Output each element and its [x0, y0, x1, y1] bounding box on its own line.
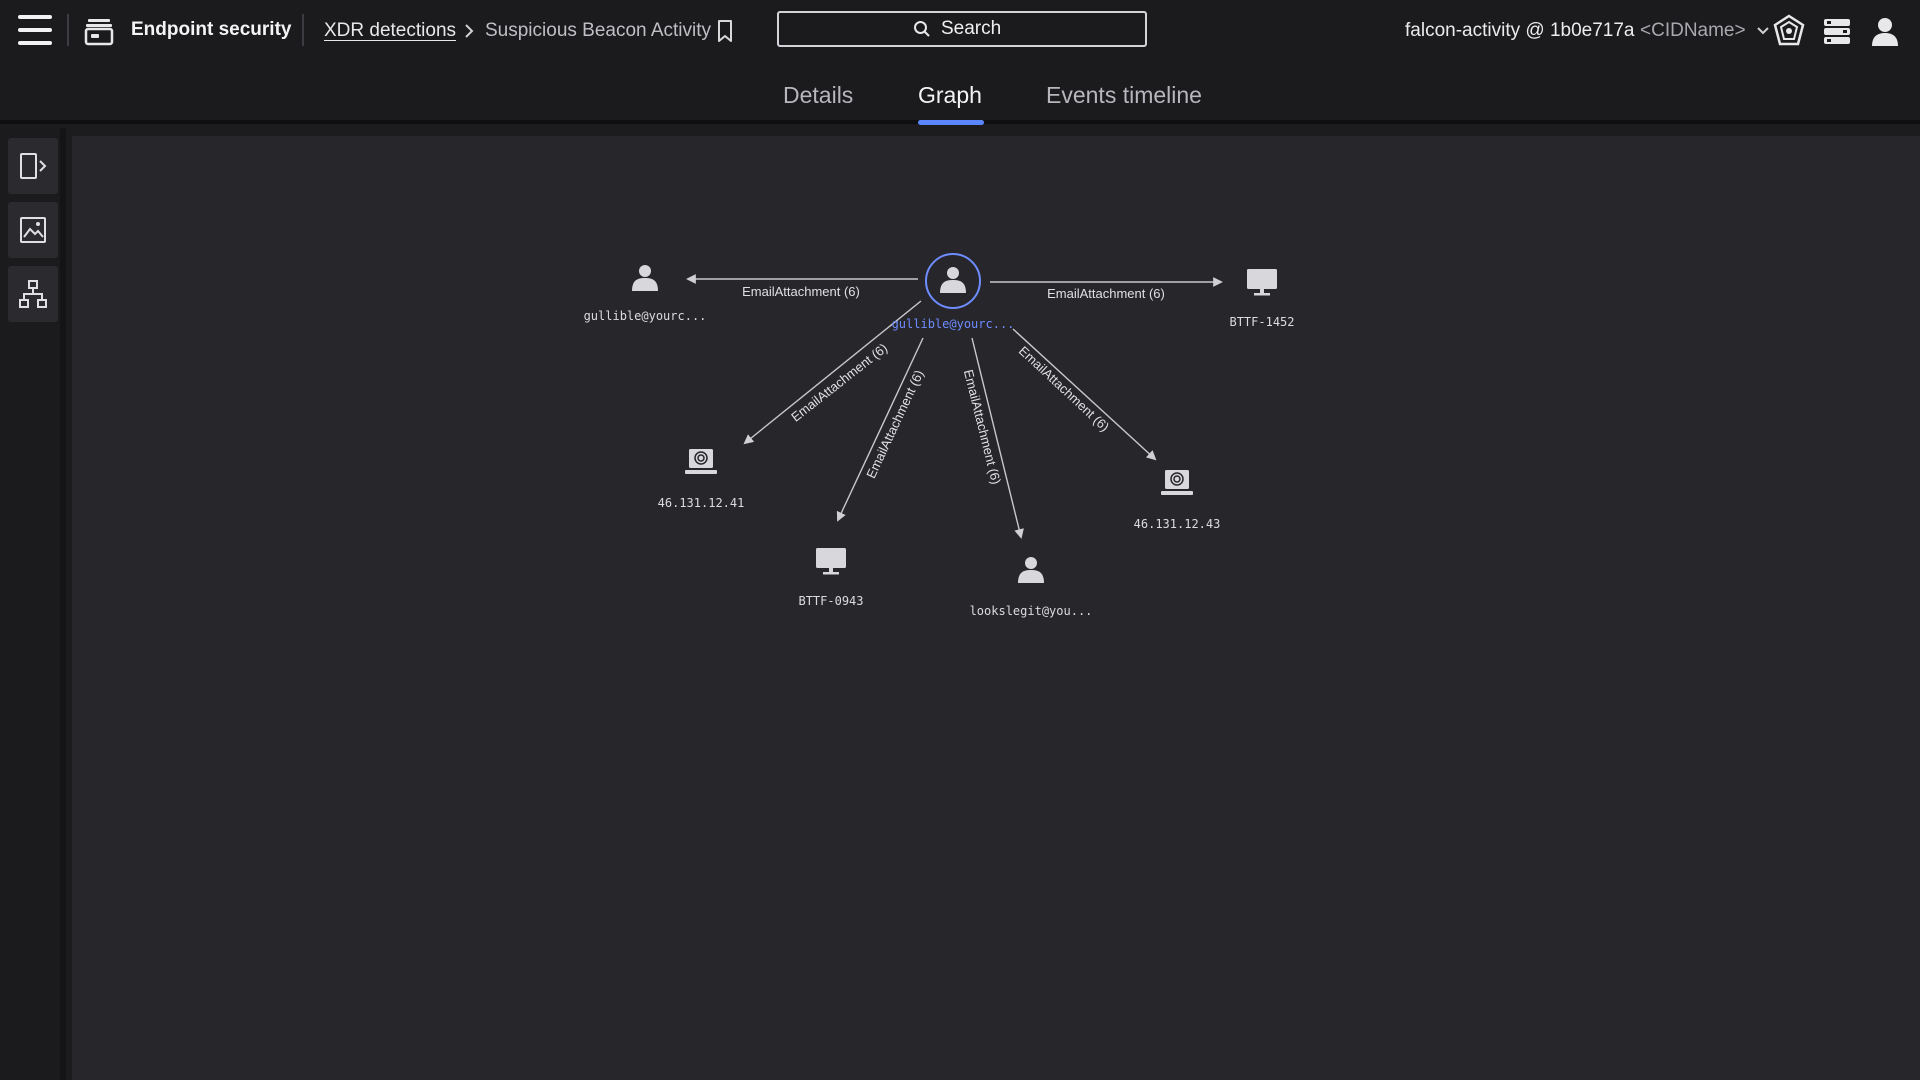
left-rail: [0, 128, 66, 1080]
app-name: Endpoint security: [131, 19, 292, 40]
header-divider: [67, 14, 69, 46]
tab-bar: Details Graph Events timeline: [0, 62, 1920, 125]
node-label: lookslegit@you...: [970, 604, 1093, 618]
tab-events-timeline[interactable]: Events timeline: [1046, 82, 1202, 109]
search-box[interactable]: [777, 11, 1147, 47]
tab-details[interactable]: Details: [783, 82, 853, 109]
breadcrumb-xdr-detections[interactable]: XDR detections: [324, 20, 456, 42]
active-tab-indicator: [918, 120, 984, 125]
hamburger-menu-icon[interactable]: [18, 15, 52, 45]
layout-hierarchy-button[interactable]: [8, 266, 58, 322]
chevron-right-icon: [465, 24, 474, 38]
node-label: gullible@yourc...: [584, 309, 707, 323]
chevron-down-icon: [1756, 27, 1769, 35]
falcon-badge-icon[interactable]: [1772, 14, 1806, 48]
node-label: BTTF-1452: [1229, 315, 1294, 329]
hierarchy-icon: [19, 280, 47, 308]
ip-address-icon: [685, 449, 717, 474]
expand-panel-button[interactable]: [8, 138, 58, 194]
node-label: 46.131.12.41: [658, 496, 745, 510]
ip-address-icon: [1161, 470, 1193, 495]
top-bar: Endpoint security XDR detections Suspici…: [0, 0, 1920, 62]
header-divider: [302, 14, 304, 46]
breadcrumb-current: Suspicious Beacon Activity: [485, 20, 712, 41]
node-label: BTTF-0943: [798, 594, 863, 608]
notifications-stack-icon[interactable]: [1820, 14, 1854, 48]
center-node-label: gullible@yourc...: [892, 317, 1015, 331]
cid-selector[interactable]: <CIDName>: [1640, 20, 1770, 42]
bookmark-icon[interactable]: [716, 19, 734, 43]
account-name: falcon-activity @ 1b0e717a: [1405, 20, 1635, 41]
search-input[interactable]: [941, 18, 1011, 40]
search-icon: [914, 21, 930, 37]
user-profile-icon[interactable]: [1868, 14, 1902, 48]
image-icon: [20, 217, 46, 243]
endpoint-security-icon: [84, 19, 114, 46]
node-label: 46.131.12.43: [1134, 517, 1221, 531]
cid-label: <CIDName>: [1640, 20, 1746, 41]
panel-expand-icon: [20, 153, 47, 179]
export-image-button[interactable]: [8, 202, 58, 258]
tab-graph[interactable]: Graph: [918, 82, 982, 109]
